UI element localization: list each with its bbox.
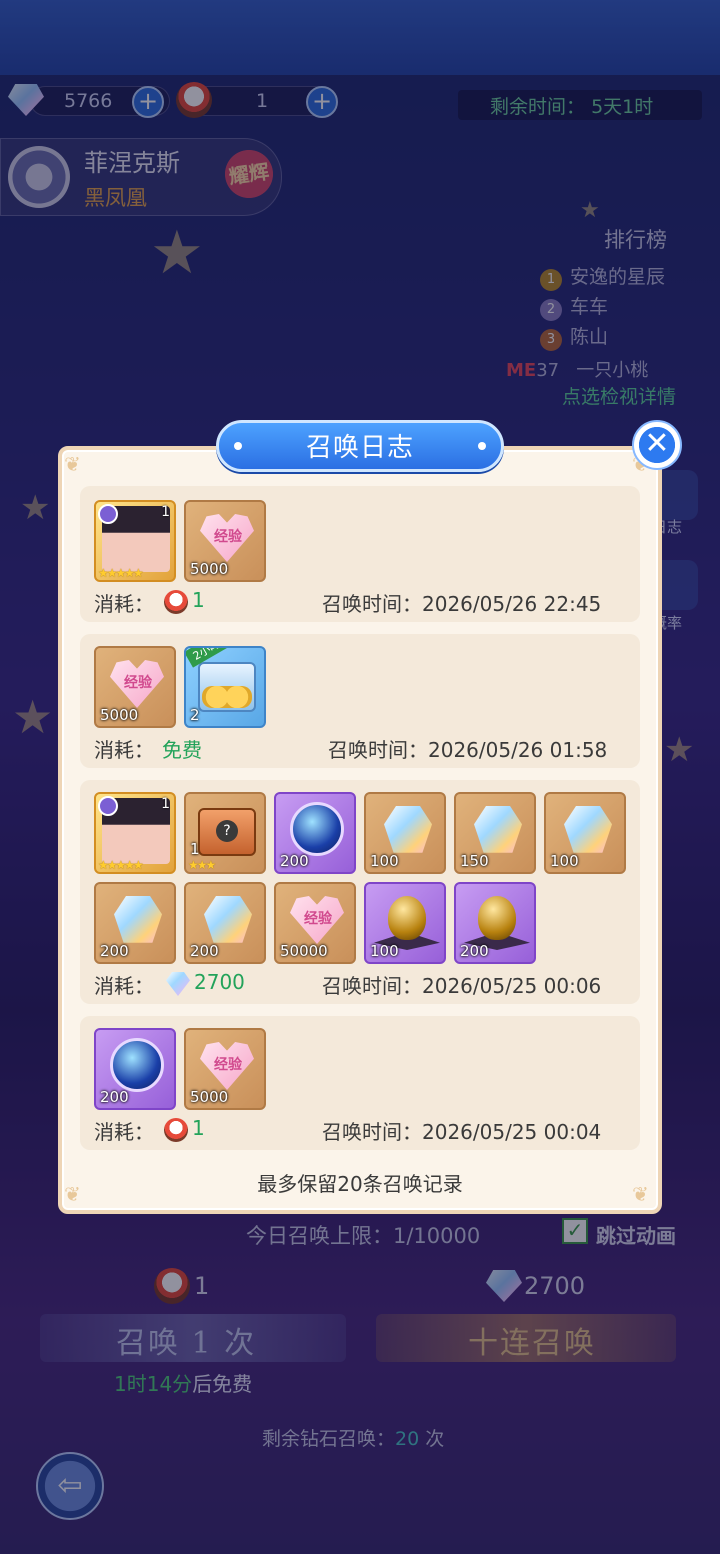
summon-time: 召唤时间：2026/05/26 01:58 — [328, 738, 608, 762]
hero-item[interactable]: 1 ★★★★★ — [94, 792, 176, 874]
cost-label: 消耗： — [94, 1120, 154, 1144]
crystal-orb-icon — [290, 802, 344, 856]
coins-icon — [202, 686, 252, 708]
diamond-icon — [564, 806, 612, 853]
orb-item[interactable]: 200 — [274, 792, 356, 874]
ticket-bird-icon — [164, 1118, 188, 1142]
cost-label: 消耗： — [94, 592, 154, 616]
mystery-chest-item[interactable]: ? 1 ★★★ — [184, 792, 266, 874]
diamond-item[interactable]: 100 — [544, 792, 626, 874]
diamond-item[interactable]: 100 — [364, 792, 446, 874]
exp-item[interactable]: 经验 50000 — [274, 882, 356, 964]
egg-item[interactable]: 200 — [454, 882, 536, 964]
cost-value: 免费 — [162, 738, 202, 762]
orb-item[interactable]: 200 — [94, 1028, 176, 1110]
question-mark-icon: ? — [216, 820, 238, 842]
cost-label: 消耗： — [94, 974, 154, 998]
diamond-icon — [114, 896, 162, 943]
corner-ornament: ❦ — [64, 452, 81, 476]
diamond-item[interactable]: 150 — [454, 792, 536, 874]
diamond-icon — [384, 806, 432, 853]
star-rating: ★★★ — [188, 858, 216, 872]
golden-egg-icon — [388, 896, 426, 940]
egg-item[interactable]: 100 — [364, 882, 446, 964]
diamond-item[interactable]: 200 — [184, 882, 266, 964]
hero-item[interactable]: 1 ★★★★★ — [94, 500, 176, 582]
cost-value: 1 — [192, 588, 205, 612]
star-rating: ★★★★★ — [98, 858, 144, 872]
summon-time: 召唤时间：2026/05/26 22:45 — [322, 592, 602, 616]
cost-value: 2700 — [194, 970, 245, 994]
ticket-bird-icon — [164, 590, 188, 614]
diamond-icon — [204, 896, 252, 943]
diamond-item[interactable]: 200 — [94, 882, 176, 964]
exp-item[interactable]: 经验 5000 — [184, 500, 266, 582]
exp-item[interactable]: 经验 5000 — [94, 646, 176, 728]
cost-value: 1 — [192, 1116, 205, 1140]
dialog-footer-note: 最多保留20条召唤记录 — [257, 1172, 463, 1196]
summon-time: 召唤时间：2026/05/25 00:06 — [322, 974, 602, 998]
crystal-orb-icon — [110, 1038, 164, 1092]
diamond-icon — [474, 806, 522, 853]
cost-label: 消耗： — [94, 738, 154, 762]
faction-emblem-icon — [98, 504, 118, 524]
gold-chest-item[interactable]: 2小时 2 — [184, 646, 266, 728]
golden-egg-icon — [478, 896, 516, 940]
summon-time: 召唤时间：2026/05/25 00:04 — [322, 1120, 602, 1144]
faction-emblem-icon — [98, 796, 118, 816]
star-rating: ★★★★★ — [98, 566, 144, 580]
exp-item[interactable]: 经验 5000 — [184, 1028, 266, 1110]
close-icon[interactable]: ✕ — [632, 420, 682, 470]
dialog-title: 召唤日志 — [305, 433, 414, 463]
